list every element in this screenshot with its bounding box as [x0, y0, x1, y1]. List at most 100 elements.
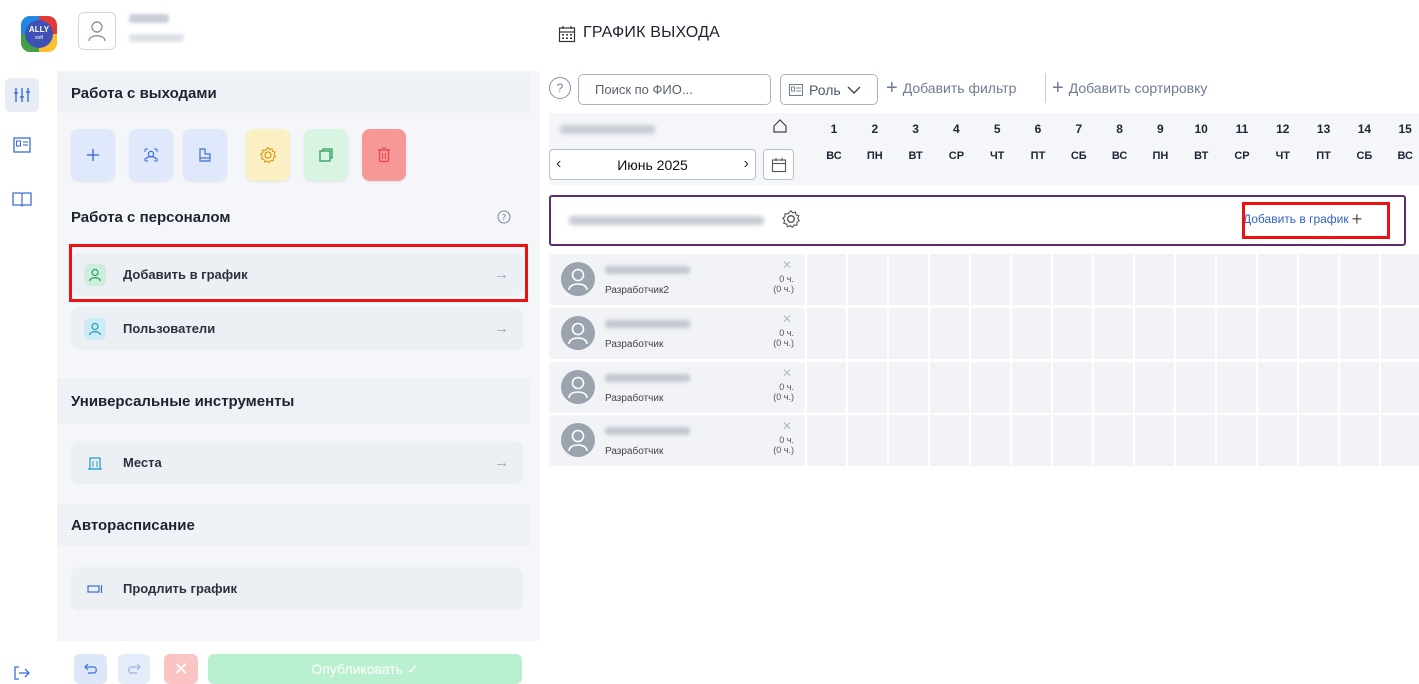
chevron-down-icon	[847, 86, 861, 94]
delete-button[interactable]	[362, 129, 406, 181]
remove-icon[interactable]: ✕	[782, 419, 792, 433]
gear-icon[interactable]	[781, 209, 801, 232]
schedule-cell[interactable]	[971, 308, 1010, 359]
calendar-picker-button[interactable]	[763, 149, 794, 180]
schedule-cell[interactable]	[1299, 308, 1338, 359]
employee-card[interactable]: Разработчик ✕ 0 ч. (0 ч.)	[549, 415, 805, 466]
schedule-cell[interactable]	[1135, 415, 1174, 466]
schedule-cell[interactable]	[1217, 415, 1256, 466]
home-icon[interactable]	[772, 118, 788, 137]
schedule-cell[interactable]	[1258, 308, 1297, 359]
auto-item-extend-schedule[interactable]: Продлить график	[71, 567, 523, 610]
rail-book-button[interactable]	[5, 182, 39, 216]
remove-icon[interactable]: ✕	[782, 366, 792, 380]
schedule-cell[interactable]	[1381, 254, 1419, 305]
employee-card[interactable]: Разработчик ✕ 0 ч. (0 ч.)	[549, 362, 805, 413]
schedule-cell[interactable]	[848, 254, 887, 305]
add-filter-button[interactable]: + Добавить фильтр	[886, 78, 1016, 98]
employee-role: Разработчик	[605, 446, 664, 457]
remove-icon[interactable]: ✕	[782, 258, 792, 272]
schedule-cell[interactable]	[1217, 308, 1256, 359]
schedule-cell[interactable]	[1053, 415, 1092, 466]
schedule-cell[interactable]	[889, 254, 928, 305]
schedule-cell[interactable]	[1135, 308, 1174, 359]
add-exit-button[interactable]	[71, 129, 115, 181]
schedule-cell[interactable]	[1094, 254, 1133, 305]
schedule-cell[interactable]	[1340, 254, 1379, 305]
redo-button[interactable]	[118, 654, 150, 684]
schedule-cell[interactable]	[848, 362, 887, 413]
schedule-cell[interactable]	[971, 362, 1010, 413]
schedule-cell[interactable]	[1299, 362, 1338, 413]
staff-item-users[interactable]: Пользователи →	[71, 307, 523, 350]
search-exit-button[interactable]	[129, 129, 173, 181]
schedule-cell[interactable]	[1135, 254, 1174, 305]
schedule-cell[interactable]	[1176, 362, 1215, 413]
schedule-cell[interactable]	[848, 308, 887, 359]
schedule-cell[interactable]	[1299, 254, 1338, 305]
publish-button[interactable]: Опубликовать ✓	[208, 654, 522, 684]
schedule-cell[interactable]	[971, 415, 1010, 466]
schedule-cell[interactable]	[1340, 362, 1379, 413]
schedule-cell[interactable]	[1053, 308, 1092, 359]
schedule-cell[interactable]	[1176, 415, 1215, 466]
schedule-cell[interactable]	[1053, 362, 1092, 413]
logout-button[interactable]	[5, 662, 39, 684]
schedule-cell[interactable]	[1012, 362, 1051, 413]
schedule-cell[interactable]	[889, 362, 928, 413]
schedule-cell[interactable]	[1176, 308, 1215, 359]
user-avatar[interactable]	[78, 12, 116, 50]
schedule-cell[interactable]	[971, 254, 1010, 305]
role-filter-select[interactable]: Роль	[780, 74, 878, 105]
schedule-cell[interactable]	[1340, 308, 1379, 359]
search-input[interactable]	[578, 74, 771, 105]
schedule-cell[interactable]	[807, 362, 846, 413]
schedule-cell[interactable]	[1094, 308, 1133, 359]
employee-card[interactable]: Разработчик2 ✕ 0 ч. (0 ч.)	[549, 254, 805, 305]
schedule-cell[interactable]	[1217, 362, 1256, 413]
help-icon[interactable]: ?	[497, 210, 511, 227]
schedule-cell[interactable]	[1381, 415, 1419, 466]
add-sort-button[interactable]: + Добавить сортировку	[1052, 78, 1207, 98]
copy-template-button[interactable]	[183, 129, 227, 181]
schedule-cell[interactable]	[930, 308, 969, 359]
schedule-cell[interactable]	[1299, 415, 1338, 466]
cancel-button[interactable]: ✕	[164, 654, 198, 684]
help-button[interactable]: ?	[549, 77, 571, 99]
schedule-cell[interactable]	[1217, 254, 1256, 305]
settings-exit-button[interactable]	[246, 129, 290, 181]
schedule-cell[interactable]	[1258, 362, 1297, 413]
schedule-cell[interactable]	[807, 254, 846, 305]
schedule-cell[interactable]	[1135, 362, 1174, 413]
duplicate-button[interactable]	[304, 129, 348, 181]
schedule-cell[interactable]	[1094, 415, 1133, 466]
rail-id-card-button[interactable]	[5, 128, 39, 162]
schedule-cell[interactable]	[930, 254, 969, 305]
schedule-cell[interactable]	[1012, 415, 1051, 466]
schedule-cell[interactable]	[1381, 308, 1419, 359]
schedule-cell[interactable]	[807, 308, 846, 359]
remove-icon[interactable]: ✕	[782, 312, 792, 326]
schedule-cell[interactable]	[1340, 415, 1379, 466]
schedule-cell[interactable]	[1381, 362, 1419, 413]
schedule-cell[interactable]	[1012, 308, 1051, 359]
rail-settings-button[interactable]	[5, 78, 39, 112]
tools-item-places[interactable]: Места →	[71, 441, 523, 484]
schedule-cell[interactable]	[1053, 254, 1092, 305]
schedule-cell[interactable]	[930, 362, 969, 413]
schedule-cell[interactable]	[1094, 362, 1133, 413]
schedule-cell[interactable]	[1176, 254, 1215, 305]
schedule-cell[interactable]	[1012, 254, 1051, 305]
schedule-cell[interactable]	[889, 308, 928, 359]
employee-card[interactable]: Разработчик ✕ 0 ч. (0 ч.)	[549, 308, 805, 359]
app-logo[interactable]: ALLY soft	[21, 16, 57, 52]
schedule-cell[interactable]	[889, 415, 928, 466]
schedule-cell[interactable]	[848, 415, 887, 466]
schedule-cell[interactable]	[807, 415, 846, 466]
schedule-cell[interactable]	[1258, 415, 1297, 466]
schedule-cell[interactable]	[1258, 254, 1297, 305]
schedule-cell[interactable]	[930, 415, 969, 466]
chevron-right-icon[interactable]: ›	[744, 155, 749, 173]
day-number: 12	[1276, 122, 1290, 136]
undo-button[interactable]	[74, 654, 107, 684]
